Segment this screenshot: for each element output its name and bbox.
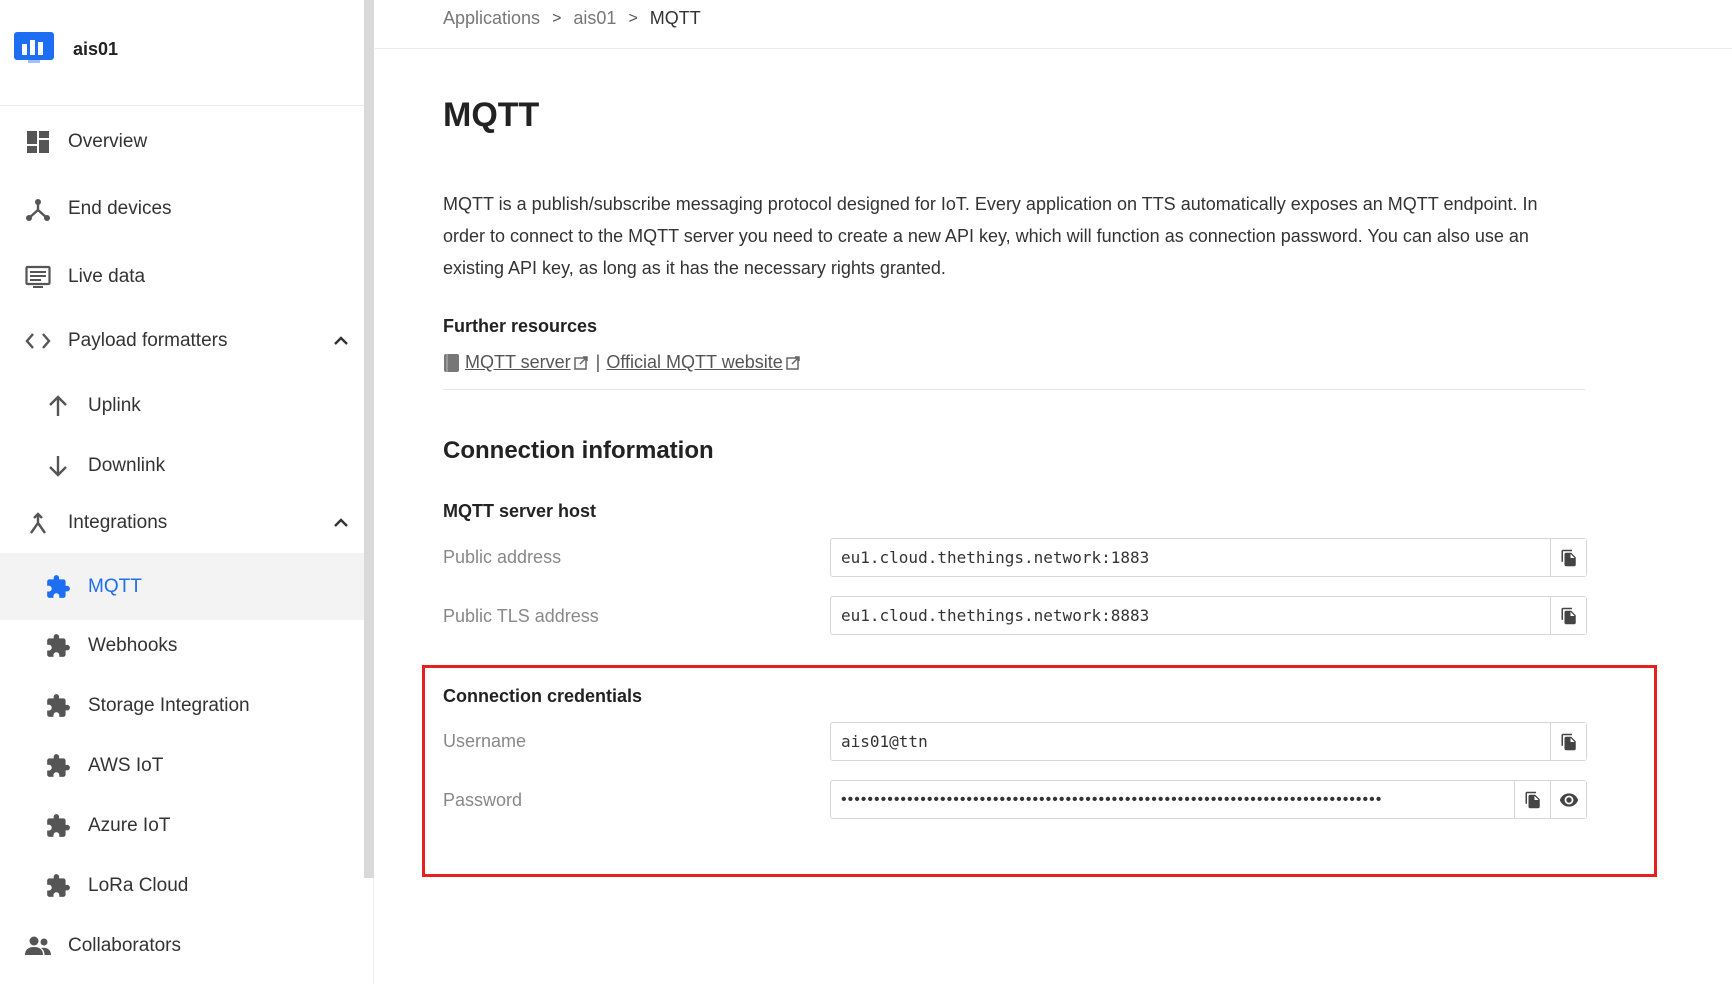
puzzle-icon [44,812,72,840]
breadcrumb-current: MQTT [649,8,701,28]
puzzle-icon [44,573,72,601]
copy-icon [1561,549,1576,566]
public-address-field[interactable]: eu1.cloud.thethings.network:1883 [830,538,1587,577]
public-tls-address-label: Public TLS address [443,606,599,626]
sidebar-item-label: Storage Integration [88,695,250,716]
sidebar-item-label: Azure IoT [88,815,171,836]
page-title: MQTT [443,96,540,134]
breadcrumb-bar: Applications > ais01 > MQTT [375,0,1732,49]
breadcrumb-separator: > [552,9,562,27]
sidebar-item-live-data[interactable]: Live data [0,249,364,305]
sidebar-item-mqtt[interactable]: MQTT [0,553,364,620]
code-icon [24,327,52,355]
app-name[interactable]: ais01 [73,39,118,60]
sidebar-item-end-devices[interactable]: End devices [0,181,364,237]
external-link-icon [573,355,588,370]
public-tls-address-field[interactable]: eu1.cloud.thethings.network:8883 [830,596,1587,635]
sidebar-item-collaborators[interactable]: Collaborators [0,918,364,974]
sidebar-item-lora-cloud[interactable]: LoRa Cloud [0,858,364,914]
book-icon [444,353,459,372]
breadcrumb-app[interactable]: ais01 [573,8,616,29]
copy-public-address-button[interactable] [1550,539,1586,576]
arrow-up-icon [44,392,72,420]
sidebar: ais01 Overview End devices Live data Pay… [0,0,374,984]
connection-information-heading: Connection information [443,437,714,464]
sidebar-item-integrations[interactable]: Integrations [0,495,364,551]
sidebar-item-label: Uplink [88,395,141,416]
integrations-icon [24,509,52,537]
sidebar-item-uplink[interactable]: Uplink [0,378,364,434]
sidebar-item-label: Live data [68,266,146,287]
puzzle-icon [44,692,72,720]
sidebar-item-label: Integrations [68,512,168,533]
sidebar-item-label: End devices [68,198,172,219]
sidebar-item-payload-formatters[interactable]: Payload formatters [0,313,364,369]
sidebar-item-azure-iot[interactable]: Azure IoT [0,798,364,854]
sidebar-item-label: LoRa Cloud [88,875,189,896]
end-devices-icon [24,195,52,223]
puzzle-icon [44,752,72,780]
sidebar-item-label: Payload formatters [68,330,228,351]
external-link-icon [786,355,800,370]
chevron-up-icon[interactable] [332,332,350,350]
public-tls-address-value[interactable]: eu1.cloud.thethings.network:8883 [831,606,1550,625]
sidebar-item-overview[interactable]: Overview [0,114,364,170]
credentials-highlight-box [422,665,1657,877]
sidebar-item-label: Overview [68,131,148,152]
further-resources-heading: Further resources [443,316,598,336]
copy-public-tls-address-button[interactable] [1550,597,1586,634]
sidebar-item-webhooks[interactable]: Webhooks [0,618,364,674]
public-address-value[interactable]: eu1.cloud.thethings.network:1883 [831,548,1550,567]
breadcrumb-separator: > [628,9,638,27]
mqtt-server-host-heading: MQTT server host [443,501,597,521]
breadcrumb: Applications > ais01 > MQTT [443,8,701,29]
sidebar-item-storage-integration[interactable]: Storage Integration [0,678,364,734]
official-mqtt-website-link[interactable]: Official MQTT website [606,352,782,373]
sidebar-item-label: AWS IoT [88,755,164,776]
overview-icon [24,128,52,156]
sidebar-item-label: Webhooks [88,635,178,656]
resources-links: MQTT server | Official MQTT website [443,352,800,373]
copy-icon [1561,607,1576,624]
app-header: ais01 [0,0,364,106]
sidebar-scrollbar[interactable] [364,0,374,878]
sidebar-item-label: Collaborators [68,935,181,956]
sidebar-item-aws-iot[interactable]: AWS IoT [0,738,364,794]
app-logo-icon [14,32,54,63]
arrow-down-icon [44,452,72,480]
puzzle-icon [44,872,72,900]
puzzle-icon [44,632,72,660]
mqtt-server-link[interactable]: MQTT server [465,352,571,373]
sidebar-item-label: MQTT [88,575,142,597]
chevron-up-icon[interactable] [332,514,350,532]
sidebar-item-downlink[interactable]: Downlink [0,438,364,494]
live-data-icon [24,263,52,291]
public-address-label: Public address [443,547,562,567]
collaborators-icon [24,932,52,960]
intro-text: MQTT is a publish/subscribe messaging pr… [443,194,1538,278]
section-divider [443,389,1585,390]
sidebar-item-label: Downlink [88,455,166,476]
breadcrumb-applications[interactable]: Applications [443,8,540,29]
resources-divider: | [595,352,601,372]
